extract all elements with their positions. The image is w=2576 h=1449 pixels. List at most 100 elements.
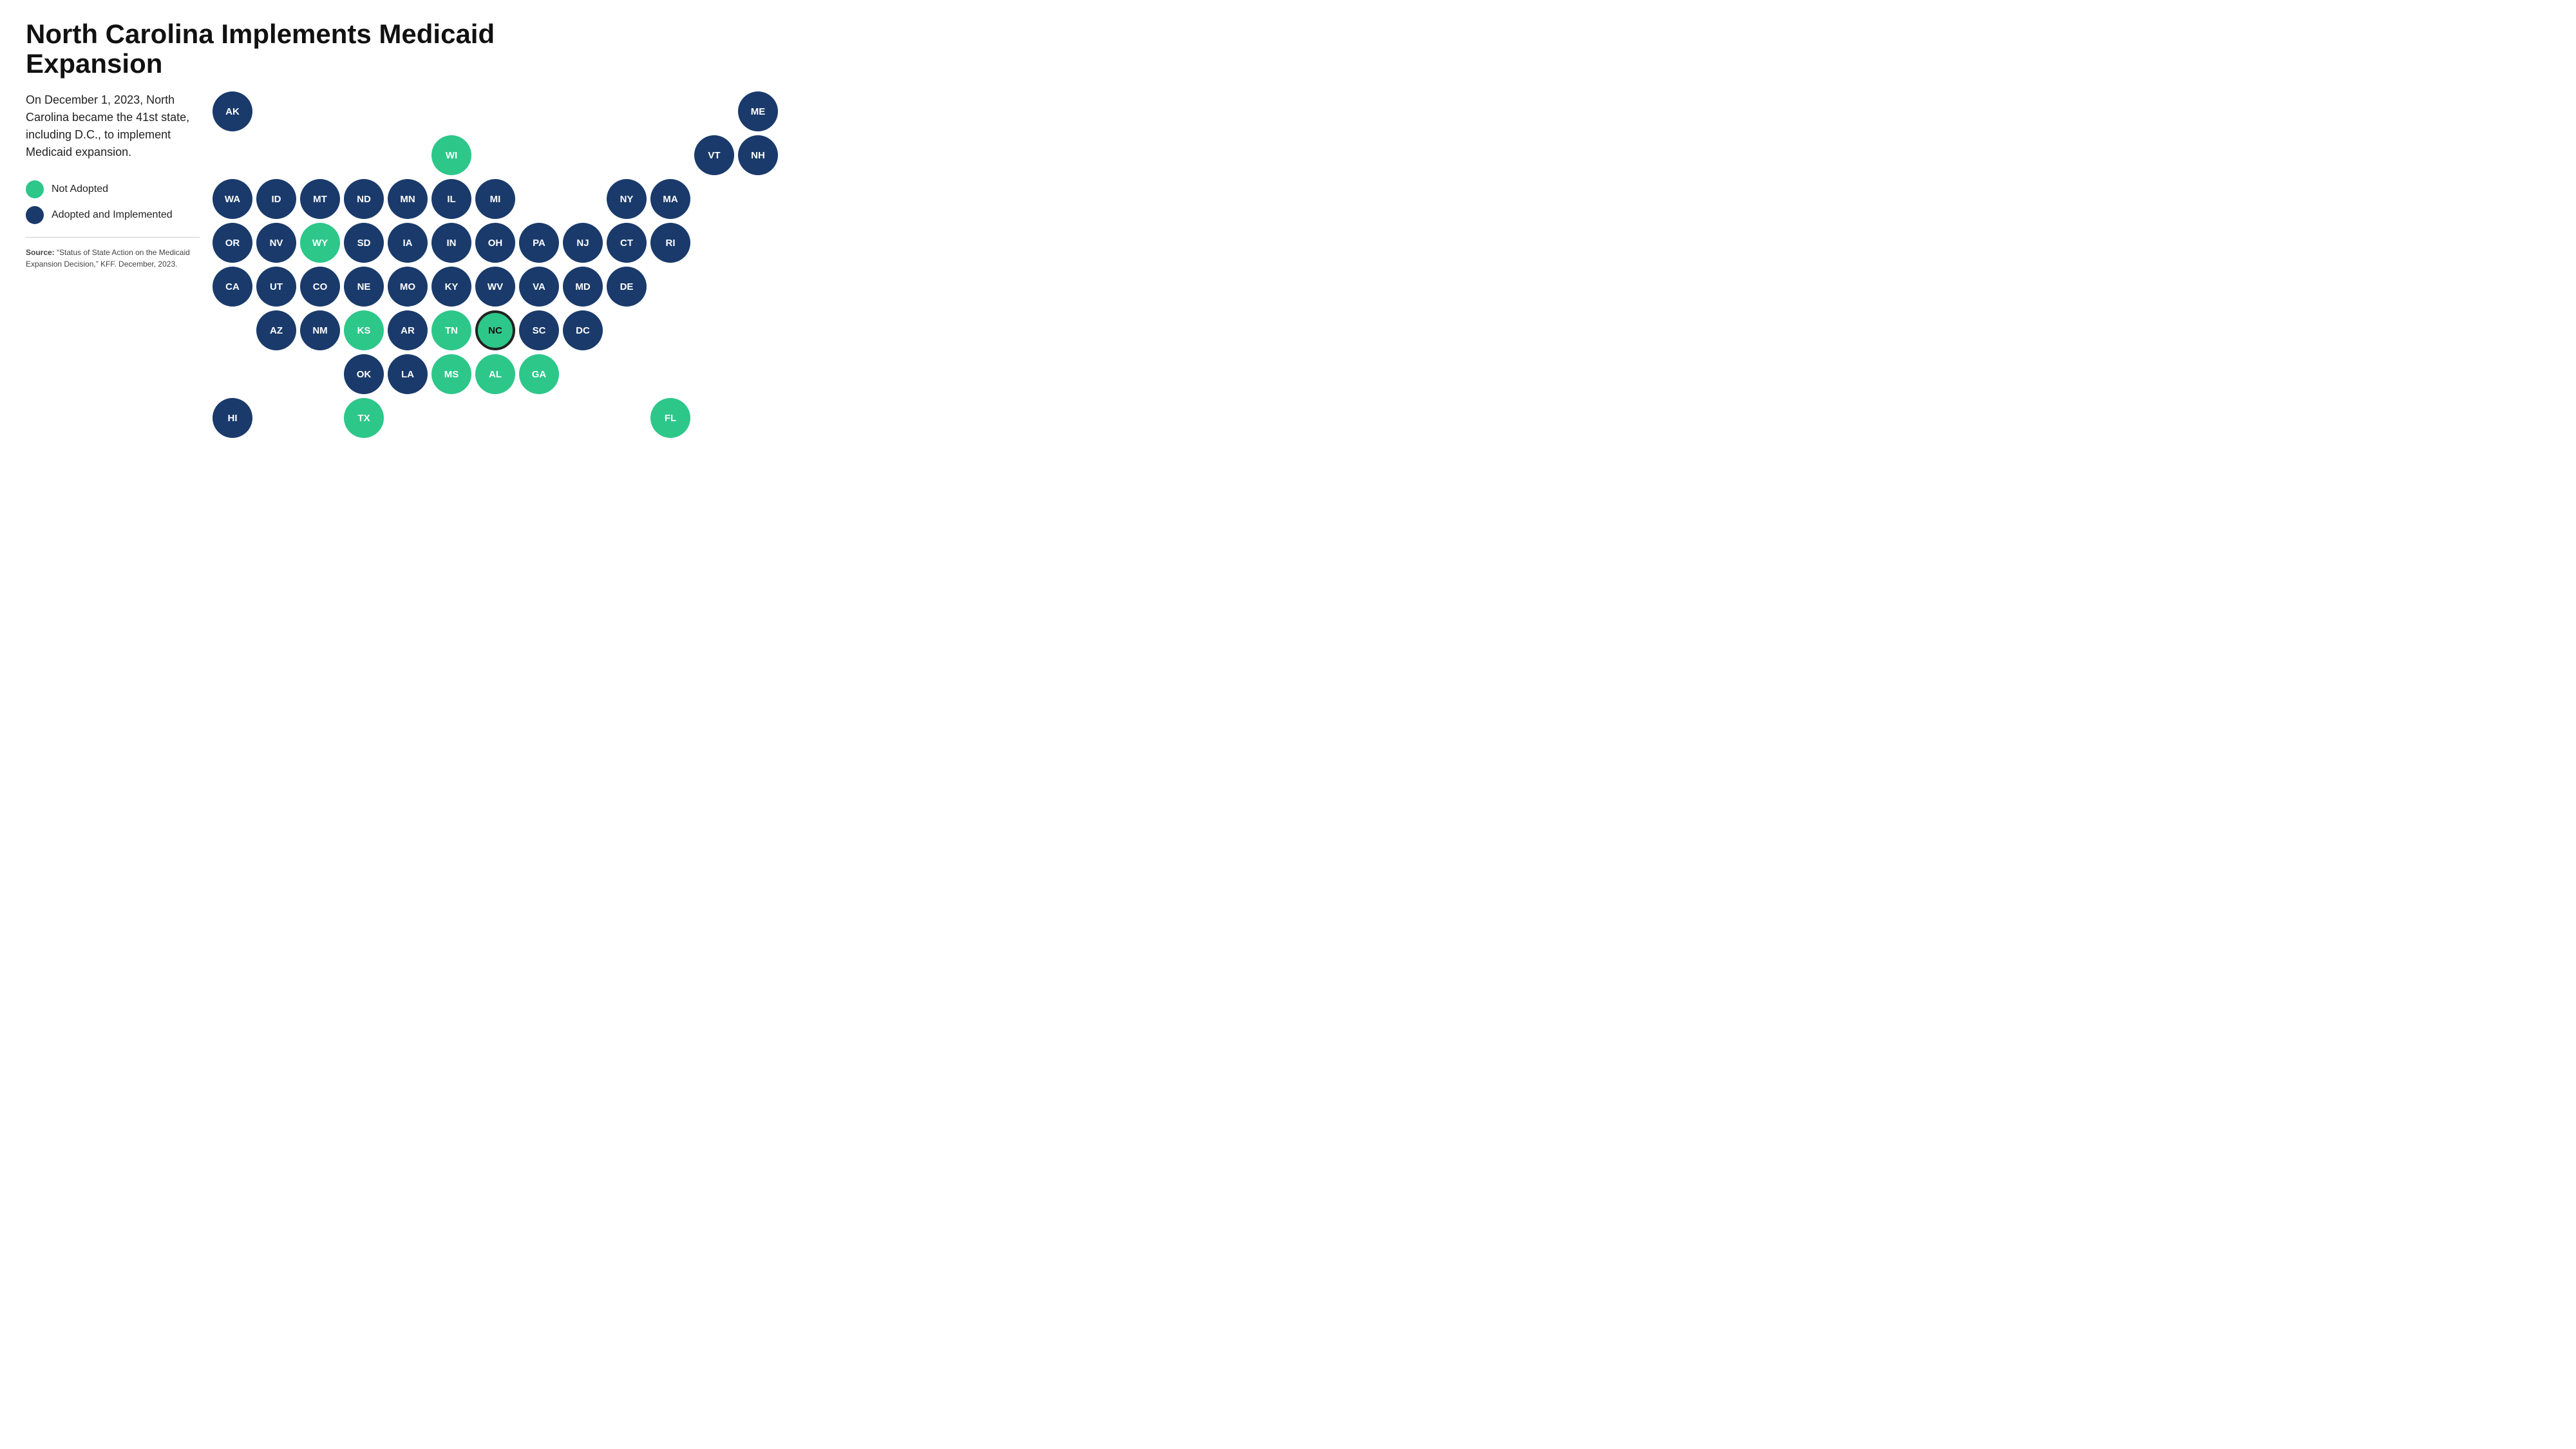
spacer (213, 135, 252, 175)
spacer (694, 223, 734, 263)
map-row: AKME (213, 91, 778, 131)
spacer (563, 179, 603, 219)
state-dot-ct: CT (607, 223, 647, 263)
spacer (431, 91, 471, 131)
state-dot-dc: DC (563, 310, 603, 350)
spacer (256, 91, 296, 131)
state-dot-wy: WY (300, 223, 340, 263)
spacer (607, 91, 647, 131)
not-adopted-dot (26, 180, 44, 198)
state-dot-vt: VT (694, 135, 734, 175)
spacer (694, 354, 734, 394)
spacer (738, 398, 778, 438)
state-dot-az: AZ (256, 310, 296, 350)
state-dot-ca: CA (213, 267, 252, 307)
spacer (388, 91, 428, 131)
page-title: North Carolina Implements Medicaid Expan… (26, 19, 618, 79)
spacer (650, 354, 690, 394)
source-label: Source: (26, 248, 55, 257)
spacer (519, 398, 559, 438)
spacer (607, 135, 647, 175)
state-dot-nm: NM (300, 310, 340, 350)
map-row: OKLAMSALGA (213, 354, 778, 394)
spacer (256, 398, 296, 438)
map-row: AZNMKSARTNNCSCDC (213, 310, 778, 350)
state-dot-mn: MN (388, 179, 428, 219)
spacer (300, 91, 340, 131)
state-dot-tx: TX (344, 398, 384, 438)
spacer (344, 91, 384, 131)
spacer (344, 135, 384, 175)
spacer (300, 135, 340, 175)
state-dot-fl: FL (650, 398, 690, 438)
spacer (563, 354, 603, 394)
state-dot-me: ME (738, 91, 778, 131)
map-row: HI TX FL (213, 398, 778, 438)
legend: Not Adopted Adopted and Implemented (26, 180, 200, 224)
source: Source: “Status of State Action on the M… (26, 247, 200, 270)
spacer (563, 135, 603, 175)
spacer (213, 354, 252, 394)
spacer (738, 179, 778, 219)
state-dot-ny: NY (607, 179, 647, 219)
spacer (738, 354, 778, 394)
spacer (694, 91, 734, 131)
state-dot-oh: OH (475, 223, 515, 263)
state-dot-wa: WA (213, 179, 252, 219)
state-dot-md: MD (563, 267, 603, 307)
spacer (738, 223, 778, 263)
legend-not-adopted: Not Adopted (26, 180, 200, 198)
spacer (650, 91, 690, 131)
adopted-dot (26, 206, 44, 224)
state-dot-va: VA (519, 267, 559, 307)
state-dot-mi: MI (475, 179, 515, 219)
spacer (519, 179, 559, 219)
state-dot-nj: NJ (563, 223, 603, 263)
state-dot-id: ID (256, 179, 296, 219)
spacer (519, 135, 559, 175)
state-dot-ok: OK (344, 354, 384, 394)
spacer (738, 267, 778, 307)
spacer (475, 398, 515, 438)
spacer (256, 135, 296, 175)
spacer (694, 179, 734, 219)
legend-adopted: Adopted and Implemented (26, 206, 200, 224)
state-dot-nv: NV (256, 223, 296, 263)
description: On December 1, 2023, North Carolina beca… (26, 91, 200, 161)
state-dot-de: DE (607, 267, 647, 307)
state-dot-ar: AR (388, 310, 428, 350)
state-dot-ma: MA (650, 179, 690, 219)
spacer (607, 354, 647, 394)
state-dot-ga: GA (519, 354, 559, 394)
state-dot-nh: NH (738, 135, 778, 175)
state-dot-hi: HI (213, 398, 252, 438)
spacer (694, 267, 734, 307)
left-panel: On December 1, 2023, North Carolina beca… (26, 91, 200, 270)
adopted-label: Adopted and Implemented (52, 209, 173, 221)
map-row: WAIDMTNDMNILMINYMA (213, 179, 778, 219)
spacer (563, 398, 603, 438)
spacer (388, 135, 428, 175)
state-dot-ri: RI (650, 223, 690, 263)
spacer (519, 91, 559, 131)
spacer (256, 354, 296, 394)
map-row: WIVTNH (213, 135, 778, 175)
spacer (650, 310, 690, 350)
state-dot-ks: KS (344, 310, 384, 350)
state-dot-ut: UT (256, 267, 296, 307)
state-dot-tn: TN (431, 310, 471, 350)
spacer (431, 398, 471, 438)
map-area: AKMEWIVTNHWAIDMTNDMNILMINYMAORNVWYSDIAIN… (213, 91, 778, 438)
state-dot-ne: NE (344, 267, 384, 307)
spacer (650, 267, 690, 307)
not-adopted-label: Not Adopted (52, 184, 108, 195)
state-dot-ky: KY (431, 267, 471, 307)
divider (26, 237, 200, 238)
state-dot-nc: NC (475, 310, 515, 350)
spacer (738, 310, 778, 350)
state-dot-mo: MO (388, 267, 428, 307)
map-row: CAUTCONEMOKYWVVAMDDE (213, 267, 778, 307)
spacer (213, 310, 252, 350)
map-grid: AKMEWIVTNHWAIDMTNDMNILMINYMAORNVWYSDIAIN… (213, 91, 778, 438)
spacer (388, 398, 428, 438)
